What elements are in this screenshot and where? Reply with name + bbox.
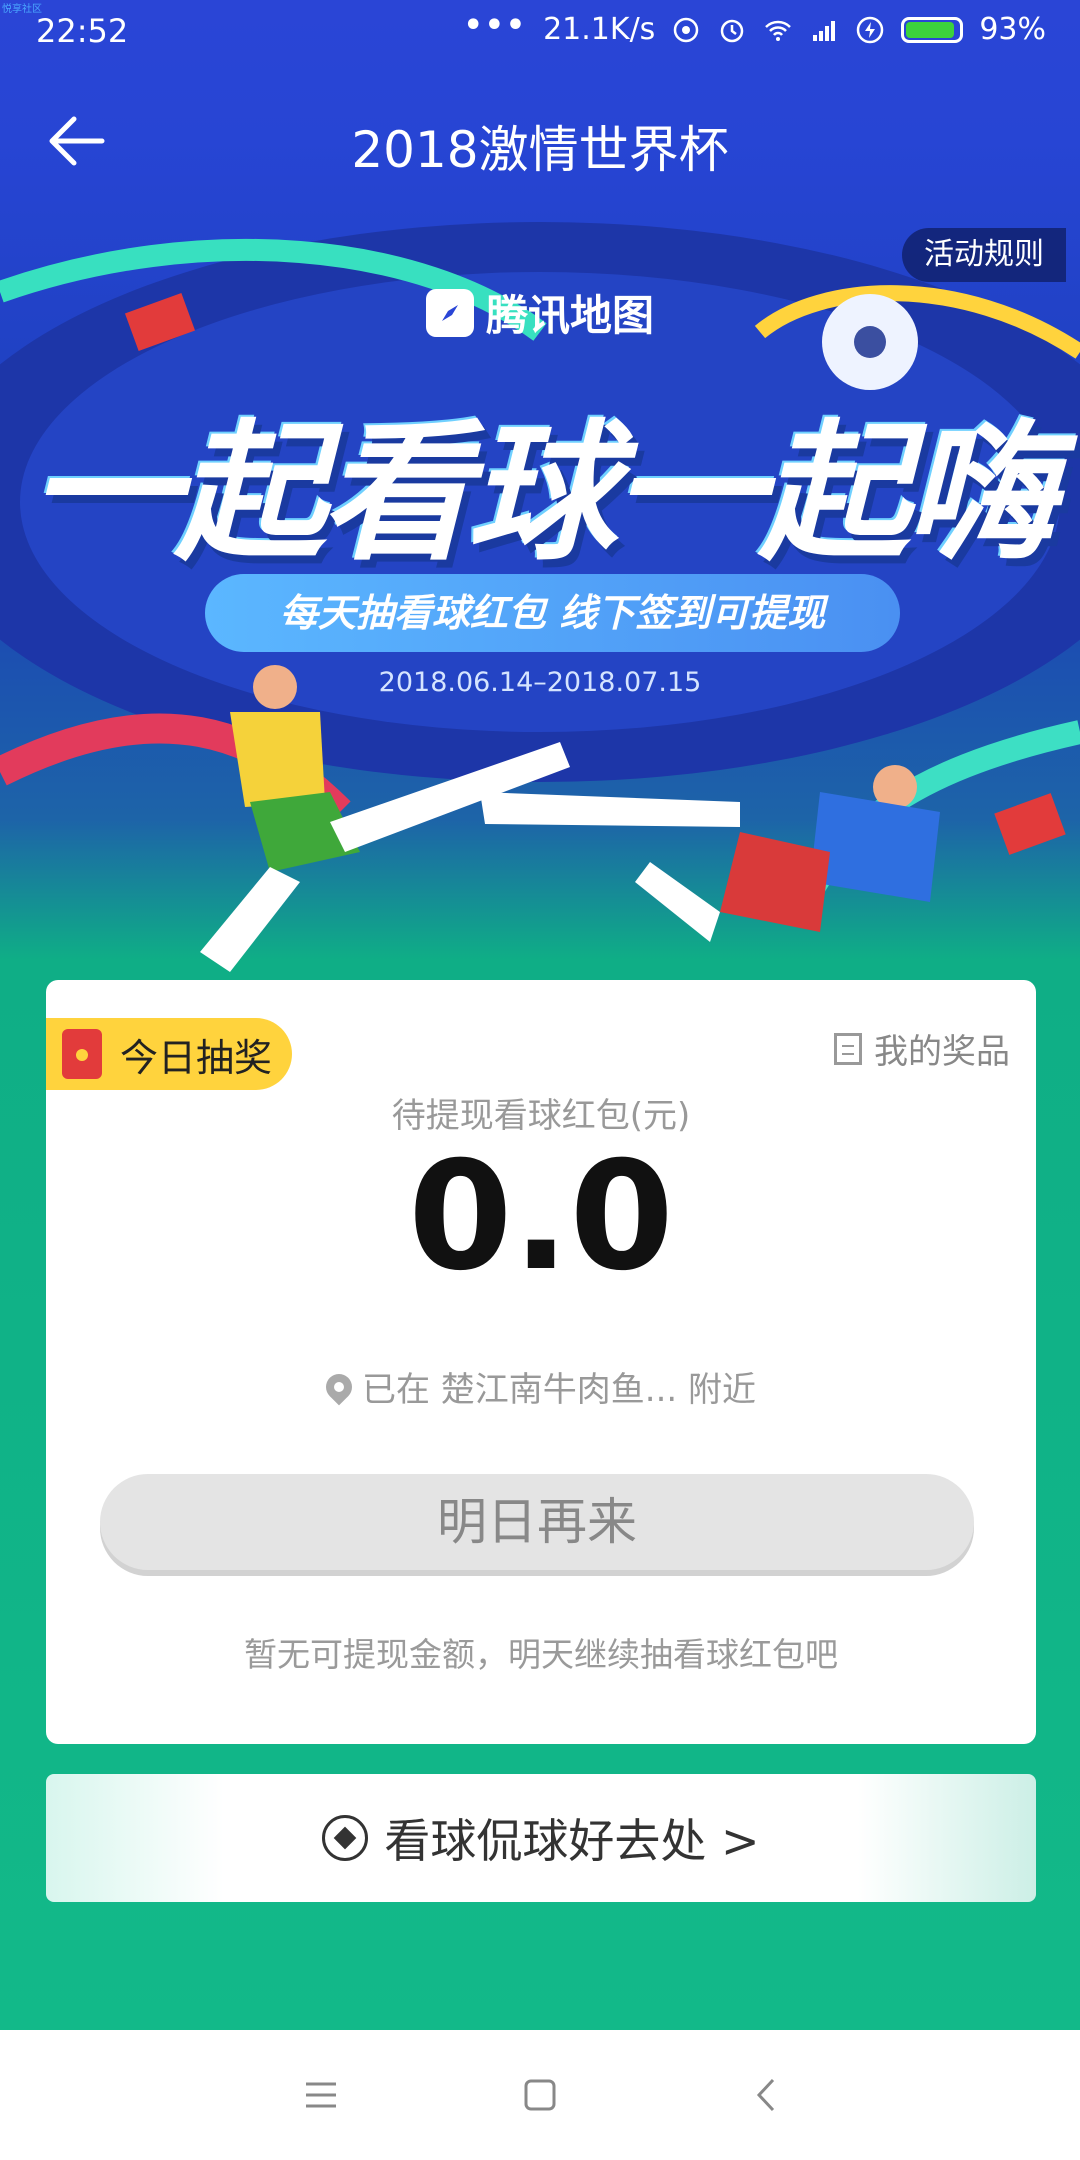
system-nav-bar — [0, 2030, 1080, 2160]
compass-logo-icon — [425, 288, 474, 337]
red-packet-icon — [62, 1029, 102, 1079]
signal-icon — [813, 20, 836, 41]
no-withdraw-hint: 暂无可提现金额，明天继续抽看球红包吧 — [244, 1635, 838, 1674]
watch-venue-label: 看球侃球好去处 > — [384, 1814, 760, 1868]
more-dots-icon: ••• — [463, 8, 528, 43]
menu-icon[interactable] — [296, 2070, 346, 2120]
network-speed: 21.1K/s — [543, 12, 656, 47]
battery-icon — [901, 16, 964, 43]
today-lottery-label: 今日抽奖 — [120, 1035, 273, 1080]
battery-percent: 93% — [979, 12, 1046, 47]
alarm-icon — [721, 19, 744, 42]
soccer-ball-icon — [322, 1815, 369, 1861]
hero-banner: 活动规则 腾讯地图 一起看球一起嗨 每天抽看球红包 线下签到可提现 2018.0… — [0, 212, 1080, 982]
title-bar: 2018激情世界杯 — [0, 66, 1080, 212]
page-title: 2018激情世界杯 — [351, 121, 729, 179]
brand-name: 腾讯地图 — [485, 291, 654, 340]
charging-icon — [857, 16, 884, 43]
my-prizes-label: 我的奖品 — [874, 1032, 1010, 1072]
my-prizes-link[interactable]: 我的奖品 — [834, 1024, 1010, 1073]
today-lottery-tag: 今日抽奖 — [46, 1018, 292, 1090]
come-back-tomorrow-button[interactable]: 明日再来 — [100, 1474, 974, 1570]
brand: 腾讯地图 — [0, 282, 1080, 343]
battery-level-fill — [906, 21, 955, 38]
home-square-icon[interactable] — [515, 2070, 565, 2120]
activity-rules-button[interactable]: 活动规则 — [902, 228, 1066, 282]
status-icons: ••• 21.1K/s 93% — [464, 8, 1046, 47]
lottery-card: 今日抽奖 我的奖品 待提现看球红包(元) 0.0 已在 楚江南牛肉鱼... 附近… — [46, 980, 1036, 1744]
location-text: 已在 楚江南牛肉鱼... 附近 — [361, 1370, 757, 1410]
location-pin-icon — [320, 1368, 358, 1405]
document-icon — [834, 1032, 862, 1065]
pending-amount-value: 0.0 — [408, 1130, 674, 1304]
banner-headline: 一起看球一起嗨 — [28, 407, 1055, 581]
location-info: 已在 楚江南牛肉鱼... 附近 — [46, 1362, 1036, 1411]
status-bar: 22:52 ••• 21.1K/s 93% — [0, 0, 1080, 66]
watch-venue-banner[interactable]: 看球侃球好去处 > — [46, 1774, 1036, 1902]
wifi-icon — [765, 20, 792, 41]
banner-date-range: 2018.06.14–2018.07.15 — [378, 667, 702, 698]
status-time: 22:52 — [36, 12, 129, 50]
back-chevron-icon[interactable] — [742, 2070, 792, 2120]
hotspot-icon — [674, 17, 699, 42]
banner-subline: 每天抽看球红包 线下签到可提现 — [205, 574, 900, 652]
